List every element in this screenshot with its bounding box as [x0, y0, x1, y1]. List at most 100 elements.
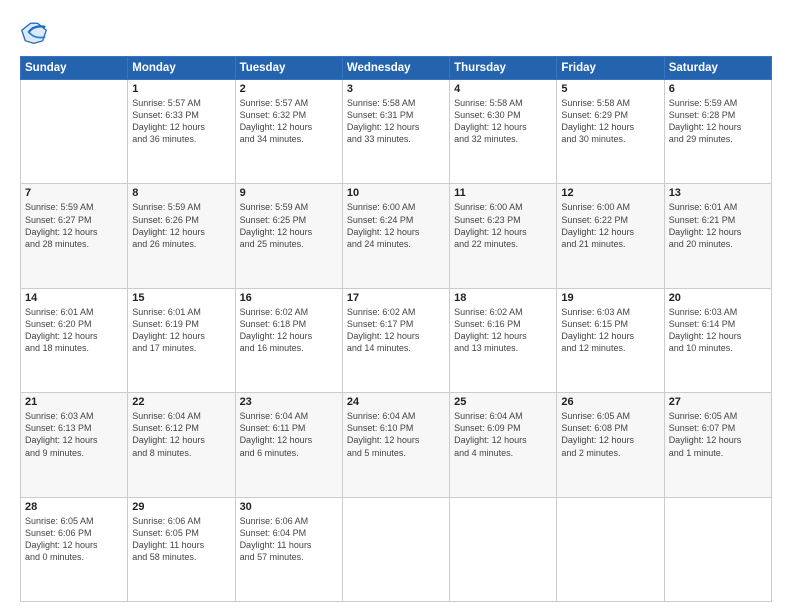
day-number: 27 [669, 396, 767, 408]
weekday-header-monday: Monday [128, 57, 235, 80]
day-number: 9 [240, 187, 338, 199]
day-info: Sunrise: 6:01 AM Sunset: 6:19 PM Dayligh… [132, 306, 230, 355]
day-info: Sunrise: 5:58 AM Sunset: 6:29 PM Dayligh… [561, 97, 659, 146]
day-info: Sunrise: 6:01 AM Sunset: 6:20 PM Dayligh… [25, 306, 123, 355]
weekday-header-tuesday: Tuesday [235, 57, 342, 80]
calendar-cell: 28 Sunrise: 6:05 AM Sunset: 6:06 PM Dayli… [21, 497, 128, 601]
calendar-cell: 4 Sunrise: 5:58 AM Sunset: 6:30 PM Daylig… [450, 80, 557, 184]
day-number: 18 [454, 292, 552, 304]
calendar-cell: 19Sunrise: 6:03 AM Sunset: 6:15 PM Dayli… [557, 288, 664, 392]
calendar-cell [664, 497, 771, 601]
calendar-cell: 23Sunrise: 6:04 AM Sunset: 6:11 PM Dayli… [235, 393, 342, 497]
day-info: Sunrise: 6:04 AM Sunset: 6:12 PM Dayligh… [132, 410, 230, 459]
day-info: Sunrise: 6:05 AM Sunset: 6:06 PM Dayligh… [25, 515, 123, 564]
day-number: 16 [240, 292, 338, 304]
day-info: Sunrise: 6:03 AM Sunset: 6:15 PM Dayligh… [561, 306, 659, 355]
day-number: 17 [347, 292, 445, 304]
day-info: Sunrise: 5:57 AM Sunset: 6:32 PM Dayligh… [240, 97, 338, 146]
calendar-cell: 10 Sunrise: 6:00 AM Sunset: 6:24 PM Dayli… [342, 184, 449, 288]
calendar-week-row: 21 Sunrise: 6:03 AM Sunset: 6:13 PM Dayli… [21, 393, 772, 497]
calendar-cell: 22 Sunrise: 6:04 AM Sunset: 6:12 PM Dayli… [128, 393, 235, 497]
calendar-cell [342, 497, 449, 601]
day-number: 25 [454, 396, 552, 408]
day-number: 10 [347, 187, 445, 199]
day-info: Sunrise: 6:03 AM Sunset: 6:13 PM Dayligh… [25, 410, 123, 459]
day-info: Sunrise: 6:01 AM Sunset: 6:21 PM Dayligh… [669, 201, 767, 250]
calendar-cell: 11 Sunrise: 6:00 AM Sunset: 6:23 PM Dayli… [450, 184, 557, 288]
calendar-cell: 7 Sunrise: 5:59 AM Sunset: 6:27 PM Daylig… [21, 184, 128, 288]
calendar-cell: 8 Sunrise: 5:59 AM Sunset: 6:26 PM Daylig… [128, 184, 235, 288]
calendar-week-row: 7 Sunrise: 5:59 AM Sunset: 6:27 PM Daylig… [21, 184, 772, 288]
calendar-cell: 12 Sunrise: 6:00 AM Sunset: 6:22 PM Dayli… [557, 184, 664, 288]
day-info: Sunrise: 5:59 AM Sunset: 6:25 PM Dayligh… [240, 201, 338, 250]
weekday-header-thursday: Thursday [450, 57, 557, 80]
day-number: 15 [132, 292, 230, 304]
calendar-cell [21, 80, 128, 184]
day-number: 11 [454, 187, 552, 199]
calendar-cell [450, 497, 557, 601]
day-info: Sunrise: 5:58 AM Sunset: 6:30 PM Dayligh… [454, 97, 552, 146]
calendar-cell: 30 Sunrise: 6:06 AM Sunset: 6:04 PM Dayli… [235, 497, 342, 601]
calendar-cell: 17Sunrise: 6:02 AM Sunset: 6:17 PM Dayli… [342, 288, 449, 392]
day-number: 8 [132, 187, 230, 199]
day-info: Sunrise: 5:57 AM Sunset: 6:33 PM Dayligh… [132, 97, 230, 146]
day-number: 23 [240, 396, 338, 408]
calendar-cell: 25 Sunrise: 6:04 AM Sunset: 6:09 PM Dayli… [450, 393, 557, 497]
day-number: 4 [454, 83, 552, 95]
calendar-cell: 13 Sunrise: 6:01 AM Sunset: 6:21 PM Dayli… [664, 184, 771, 288]
day-number: 7 [25, 187, 123, 199]
calendar-cell: 9 Sunrise: 5:59 AM Sunset: 6:25 PM Daylig… [235, 184, 342, 288]
calendar-cell: 6Sunrise: 5:59 AM Sunset: 6:28 PM Daylig… [664, 80, 771, 184]
day-number: 2 [240, 83, 338, 95]
calendar-week-row: 1 Sunrise: 5:57 AM Sunset: 6:33 PM Daylig… [21, 80, 772, 184]
logo-icon [20, 18, 48, 46]
day-info: Sunrise: 6:04 AM Sunset: 6:09 PM Dayligh… [454, 410, 552, 459]
day-info: Sunrise: 6:06 AM Sunset: 6:04 PM Dayligh… [240, 515, 338, 564]
day-info: Sunrise: 6:04 AM Sunset: 6:10 PM Dayligh… [347, 410, 445, 459]
weekday-header-row: SundayMondayTuesdayWednesdayThursdayFrid… [21, 57, 772, 80]
calendar-cell: 21 Sunrise: 6:03 AM Sunset: 6:13 PM Dayli… [21, 393, 128, 497]
calendar-cell [557, 497, 664, 601]
day-info: Sunrise: 6:06 AM Sunset: 6:05 PM Dayligh… [132, 515, 230, 564]
calendar-table: SundayMondayTuesdayWednesdayThursdayFrid… [20, 56, 772, 602]
day-number: 1 [132, 83, 230, 95]
day-number: 14 [25, 292, 123, 304]
day-number: 5 [561, 83, 659, 95]
day-number: 21 [25, 396, 123, 408]
day-number: 22 [132, 396, 230, 408]
calendar-week-row: 14 Sunrise: 6:01 AM Sunset: 6:20 PM Dayli… [21, 288, 772, 392]
day-info: Sunrise: 6:00 AM Sunset: 6:24 PM Dayligh… [347, 201, 445, 250]
day-info: Sunrise: 6:00 AM Sunset: 6:23 PM Dayligh… [454, 201, 552, 250]
calendar-cell: 27Sunrise: 6:05 AM Sunset: 6:07 PM Dayli… [664, 393, 771, 497]
calendar-cell: 18 Sunrise: 6:02 AM Sunset: 6:16 PM Dayli… [450, 288, 557, 392]
calendar-cell: 1 Sunrise: 5:57 AM Sunset: 6:33 PM Daylig… [128, 80, 235, 184]
day-number: 28 [25, 501, 123, 513]
weekday-header-sunday: Sunday [21, 57, 128, 80]
day-number: 6 [669, 83, 767, 95]
day-info: Sunrise: 6:05 AM Sunset: 6:08 PM Dayligh… [561, 410, 659, 459]
weekday-header-saturday: Saturday [664, 57, 771, 80]
calendar-week-row: 28 Sunrise: 6:05 AM Sunset: 6:06 PM Dayli… [21, 497, 772, 601]
weekday-header-friday: Friday [557, 57, 664, 80]
header [20, 18, 772, 46]
calendar-cell: 26 Sunrise: 6:05 AM Sunset: 6:08 PM Dayli… [557, 393, 664, 497]
day-info: Sunrise: 6:02 AM Sunset: 6:16 PM Dayligh… [454, 306, 552, 355]
calendar-cell: 3Sunrise: 5:58 AM Sunset: 6:31 PM Daylig… [342, 80, 449, 184]
day-info: Sunrise: 5:59 AM Sunset: 6:27 PM Dayligh… [25, 201, 123, 250]
calendar-cell: 29 Sunrise: 6:06 AM Sunset: 6:05 PM Dayli… [128, 497, 235, 601]
calendar-cell: 14 Sunrise: 6:01 AM Sunset: 6:20 PM Dayli… [21, 288, 128, 392]
day-number: 13 [669, 187, 767, 199]
calendar-cell: 20Sunrise: 6:03 AM Sunset: 6:14 PM Dayli… [664, 288, 771, 392]
day-number: 30 [240, 501, 338, 513]
day-number: 29 [132, 501, 230, 513]
page: SundayMondayTuesdayWednesdayThursdayFrid… [0, 0, 792, 612]
day-number: 26 [561, 396, 659, 408]
calendar-cell: 15 Sunrise: 6:01 AM Sunset: 6:19 PM Dayli… [128, 288, 235, 392]
day-number: 12 [561, 187, 659, 199]
day-info: Sunrise: 6:00 AM Sunset: 6:22 PM Dayligh… [561, 201, 659, 250]
calendar-cell: 5 Sunrise: 5:58 AM Sunset: 6:29 PM Daylig… [557, 80, 664, 184]
logo [20, 18, 52, 46]
day-info: Sunrise: 5:59 AM Sunset: 6:26 PM Dayligh… [132, 201, 230, 250]
weekday-header-wednesday: Wednesday [342, 57, 449, 80]
day-info: Sunrise: 5:58 AM Sunset: 6:31 PM Dayligh… [347, 97, 445, 146]
